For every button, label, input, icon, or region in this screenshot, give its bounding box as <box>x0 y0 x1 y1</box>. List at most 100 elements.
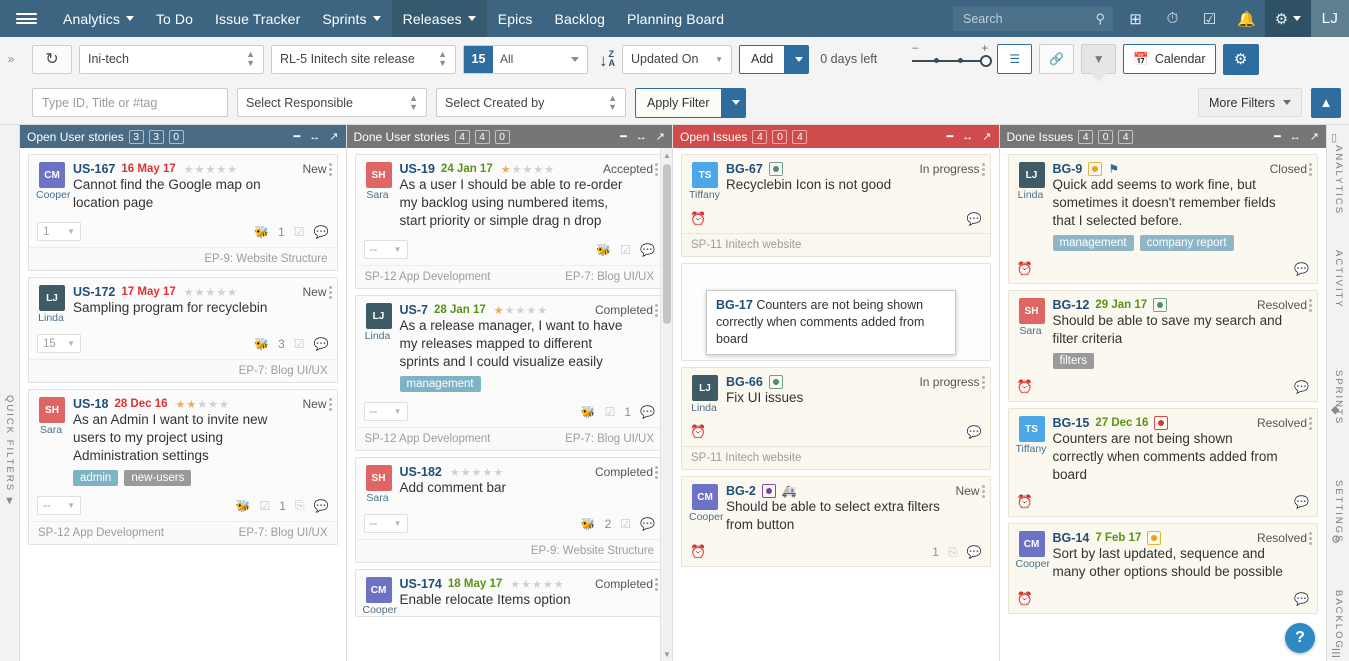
star-icon[interactable]: ★ <box>206 163 216 176</box>
card-estimate-select[interactable]: --▼ <box>364 240 408 259</box>
card-title[interactable]: Should be able to select extra filters f… <box>726 498 982 534</box>
hamburger-menu-icon[interactable] <box>0 0 52 37</box>
comment-icon[interactable]: 💬 <box>1294 495 1309 509</box>
expand-panel-icon[interactable]: » <box>0 37 22 81</box>
card-menu-icon[interactable] <box>982 163 985 176</box>
star-icon[interactable]: ★ <box>219 398 229 411</box>
resize-icon[interactable]: ↔ <box>636 131 647 143</box>
timer-icon[interactable]: ⏰ <box>690 424 706 440</box>
card-menu-icon[interactable] <box>1309 299 1312 312</box>
card-assignee[interactable]: CMCooper <box>1017 531 1047 581</box>
expand-icon[interactable]: ↗ <box>982 130 991 143</box>
star-icon[interactable]: ★ <box>472 466 482 479</box>
card-title[interactable]: As a user I should be able to re-order m… <box>400 176 656 230</box>
card-title[interactable]: Recyclebin Icon is not good <box>726 176 982 194</box>
card-title[interactable]: As an Admin I want to invite new users t… <box>73 411 329 465</box>
board-card[interactable]: SHSaraUS-182★★★★★CompletedAdd comment ba… <box>355 457 665 563</box>
scroll-down-icon[interactable]: ▼ <box>661 647 672 661</box>
bug-icon[interactable]: 🐝 <box>236 499 251 513</box>
board-card[interactable]: SHSaraUS-1924 Jan 17★★★★★AcceptedAs a us… <box>355 154 665 289</box>
board-card[interactable]: LJLindaBG-66In progressFix UI issues⏰💬SP… <box>681 367 991 470</box>
card-estimate-select[interactable]: 1▼ <box>37 222 81 241</box>
expand-icon[interactable]: ↗ <box>656 130 665 143</box>
user-avatar[interactable]: LJ <box>1311 0 1349 37</box>
board-card[interactable]: LJLindaUS-17217 May 17★★★★★NewSampling p… <box>28 277 338 383</box>
list-view-button[interactable]: ☰ <box>997 44 1032 74</box>
star-icon[interactable]: ★ <box>227 286 237 299</box>
card-assignee[interactable]: TSTiffany <box>1017 416 1047 484</box>
star-icon[interactable]: ★ <box>516 304 526 317</box>
card-assignee[interactable]: LJLinda <box>364 303 394 392</box>
priority-stars[interactable]: ★★★★★ <box>184 163 237 176</box>
card-id[interactable]: US-18 <box>73 397 108 411</box>
checklist-icon[interactable]: ☑ <box>605 405 616 419</box>
card-menu-icon[interactable] <box>655 578 658 591</box>
checklist-icon[interactable]: ☑ <box>294 337 305 351</box>
comment-icon[interactable]: 💬 <box>314 337 329 351</box>
card-id[interactable]: BG-2 <box>726 484 756 498</box>
card-assignee[interactable]: LJLinda <box>1017 162 1047 251</box>
star-icon[interactable]: ★ <box>543 578 553 591</box>
comment-icon[interactable]: 💬 <box>640 243 655 257</box>
card-title[interactable]: Should be able to save my search and fil… <box>1053 312 1310 348</box>
expand-icon[interactable]: ↗ <box>1310 130 1319 143</box>
slider-knob[interactable] <box>980 55 992 67</box>
star-icon[interactable]: ★ <box>195 163 205 176</box>
nav-item-planning-board[interactable]: Planning Board <box>616 0 735 37</box>
card-id[interactable]: US-7 <box>400 303 428 317</box>
right-tool-rail[interactable]: ▯ ANALYTICS ACTIVITY SPRINTS ◆ SETTINGS … <box>1326 125 1349 661</box>
collapse-filters-button[interactable]: ▲ <box>1311 88 1341 118</box>
card-title[interactable]: Add comment bar <box>400 479 656 497</box>
card-assignee[interactable]: SHSara <box>364 465 394 504</box>
filter-text-input[interactable]: Type ID, Title or #tag <box>32 88 228 117</box>
star-icon[interactable]: ★ <box>505 304 515 317</box>
nav-item-epics[interactable]: Epics <box>487 0 544 37</box>
star-icon[interactable]: ★ <box>510 578 520 591</box>
priority-stars[interactable]: ★★★★★ <box>184 286 237 299</box>
card-id[interactable]: BG-14 <box>1053 531 1090 545</box>
bug-icon[interactable]: 🐝 <box>254 225 269 239</box>
nav-item-backlog[interactable]: Backlog <box>544 0 617 37</box>
star-icon[interactable]: ★ <box>554 578 564 591</box>
column-scrollbar[interactable]: ▲▼ <box>660 148 672 661</box>
star-icon[interactable]: ★ <box>532 578 542 591</box>
card-assignee[interactable]: LJLinda <box>37 285 67 324</box>
global-search[interactable]: ⚲ <box>953 6 1113 31</box>
card-assignee[interactable]: SHSara <box>37 397 67 486</box>
board-card[interactable]: TSTiffanyBG-1527 Dec 16ResolvedCounters … <box>1008 408 1319 517</box>
timer-icon[interactable]: ⏰ <box>1017 591 1033 607</box>
bug-icon[interactable]: 🐝 <box>596 243 611 257</box>
scroll-up-icon[interactable]: ▲ <box>661 148 672 162</box>
card-tag[interactable]: company report <box>1140 235 1234 251</box>
nav-item-analytics[interactable]: Analytics <box>52 0 145 37</box>
priority-stars[interactable]: ★★★★★ <box>450 466 503 479</box>
card-title[interactable]: Sampling program for recyclebin <box>73 299 329 317</box>
star-icon[interactable]: ★ <box>184 163 194 176</box>
task-icon[interactable]: ☑ <box>1191 0 1228 37</box>
add-button[interactable]: Add <box>740 46 784 73</box>
gear-icon[interactable]: ⚙ <box>1265 0 1311 37</box>
card-id[interactable]: BG-12 <box>1053 298 1090 312</box>
nav-item-to-do[interactable]: To Do <box>145 0 204 37</box>
refresh-button[interactable]: ↻ <box>32 45 72 74</box>
star-icon[interactable]: ★ <box>208 398 218 411</box>
calendar-button[interactable]: 📅 Calendar <box>1123 44 1215 74</box>
board-card[interactable]: LJLindaUS-728 Jan 17★★★★★CompletedAs a r… <box>355 295 665 451</box>
project-select[interactable]: Ini-tech ▲▼ <box>79 45 264 74</box>
card-title[interactable]: Enable relocate Items option <box>400 591 656 609</box>
bug-icon[interactable]: 🐝 <box>581 405 596 419</box>
created-by-select[interactable]: Select Created by ▲▼ <box>436 88 626 117</box>
timer-icon[interactable]: ⏰ <box>1017 494 1033 510</box>
sprints-icon[interactable]: ◆ <box>1331 403 1339 416</box>
card-menu-icon[interactable] <box>655 304 658 317</box>
comment-icon[interactable]: 💬 <box>640 517 655 531</box>
search-input[interactable] <box>961 11 1095 27</box>
card-menu-icon[interactable] <box>982 485 985 498</box>
link-icon-button[interactable]: 🔗 <box>1039 44 1074 74</box>
star-icon[interactable]: ★ <box>522 163 532 176</box>
bell-icon[interactable]: 🔔 <box>1228 0 1265 37</box>
card-estimate-select[interactable]: --▼ <box>37 496 81 515</box>
board-card[interactable]: SHSaraUS-1828 Dec 16★★★★★NewAs an Admin … <box>28 389 338 545</box>
board-card[interactable]: TSTiffanyBG-67In progressRecyclebin Icon… <box>681 154 991 257</box>
card-menu-icon[interactable] <box>1309 532 1312 545</box>
